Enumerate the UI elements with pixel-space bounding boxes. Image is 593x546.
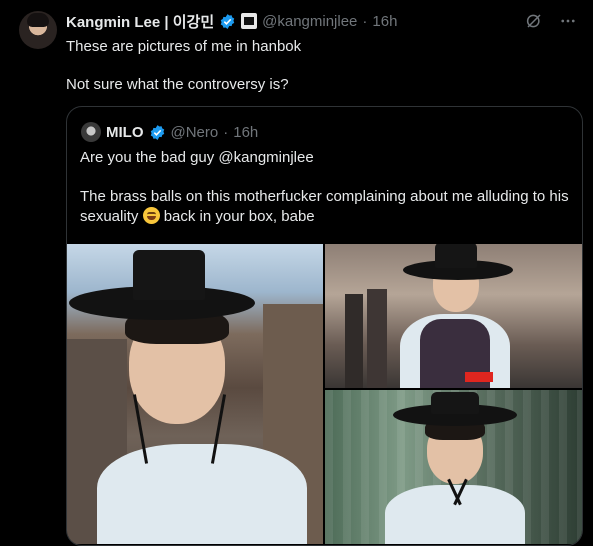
passerby bbox=[367, 289, 387, 388]
dot-separator: · bbox=[362, 12, 368, 30]
gat-hat-crown bbox=[431, 392, 479, 414]
author-avatar[interactable] bbox=[19, 11, 57, 49]
dot-separator: · bbox=[223, 123, 229, 141]
passerby bbox=[345, 294, 363, 388]
tweet-text-line: Not sure what the controversy is? bbox=[66, 76, 289, 93]
tweet-actions-top bbox=[525, 12, 577, 30]
quoted-tweet-text: Are you the bad guy @kangminjlee The bra… bbox=[80, 148, 575, 227]
hanbok-photo-3[interactable] bbox=[325, 390, 582, 544]
quoted-author-handle[interactable]: @Nero bbox=[171, 124, 219, 141]
quoted-tweet-header: MILO @Nero · 16h bbox=[81, 122, 258, 142]
tweet[interactable]: Kangmin Lee | 이강민 @kangminjlee · 16h The… bbox=[0, 0, 593, 546]
hanbok-garment bbox=[97, 444, 307, 544]
red-ribbon bbox=[465, 372, 493, 382]
affiliation-badge-icon[interactable] bbox=[241, 13, 258, 29]
author-name[interactable]: Kangmin Lee | 이강민 bbox=[66, 11, 214, 32]
tweet-text: These are pictures of me in hanbok Not s… bbox=[66, 37, 576, 95]
grok-icon[interactable] bbox=[525, 12, 543, 30]
more-icon[interactable] bbox=[559, 12, 577, 30]
tweet-time[interactable]: 16h bbox=[372, 13, 397, 30]
author-handle[interactable]: @kangminjlee bbox=[262, 13, 357, 30]
quoted-tweet[interactable]: MILO @Nero · 16h Are you the bad guy @ka… bbox=[66, 106, 583, 546]
grinning-squinting-face-icon bbox=[142, 207, 160, 224]
tweet-text-line: These are pictures of me in hanbok bbox=[66, 38, 302, 55]
quoted-tweet-time[interactable]: 16h bbox=[233, 124, 258, 141]
quoted-author-name[interactable]: MILO bbox=[106, 124, 144, 141]
gat-hat-crown bbox=[435, 244, 477, 268]
tweet-header: Kangmin Lee | 이강민 @kangminjlee · 16h bbox=[66, 10, 397, 32]
quoted-text-paragraph: The brass balls on this motherfucker com… bbox=[80, 187, 575, 227]
verified-badge-icon[interactable] bbox=[219, 13, 236, 30]
hanbok-photo-2[interactable] bbox=[325, 244, 582, 388]
quoted-author-avatar[interactable] bbox=[81, 122, 101, 142]
hanbok-photo-1[interactable] bbox=[67, 244, 323, 544]
media-grid bbox=[67, 244, 582, 544]
quoted-text-part: back in your box, babe bbox=[159, 208, 315, 225]
verified-badge-icon[interactable] bbox=[149, 124, 166, 141]
gat-hat-crown bbox=[133, 250, 205, 300]
quoted-text-line: Are you the bad guy @kangminjlee bbox=[80, 149, 314, 166]
